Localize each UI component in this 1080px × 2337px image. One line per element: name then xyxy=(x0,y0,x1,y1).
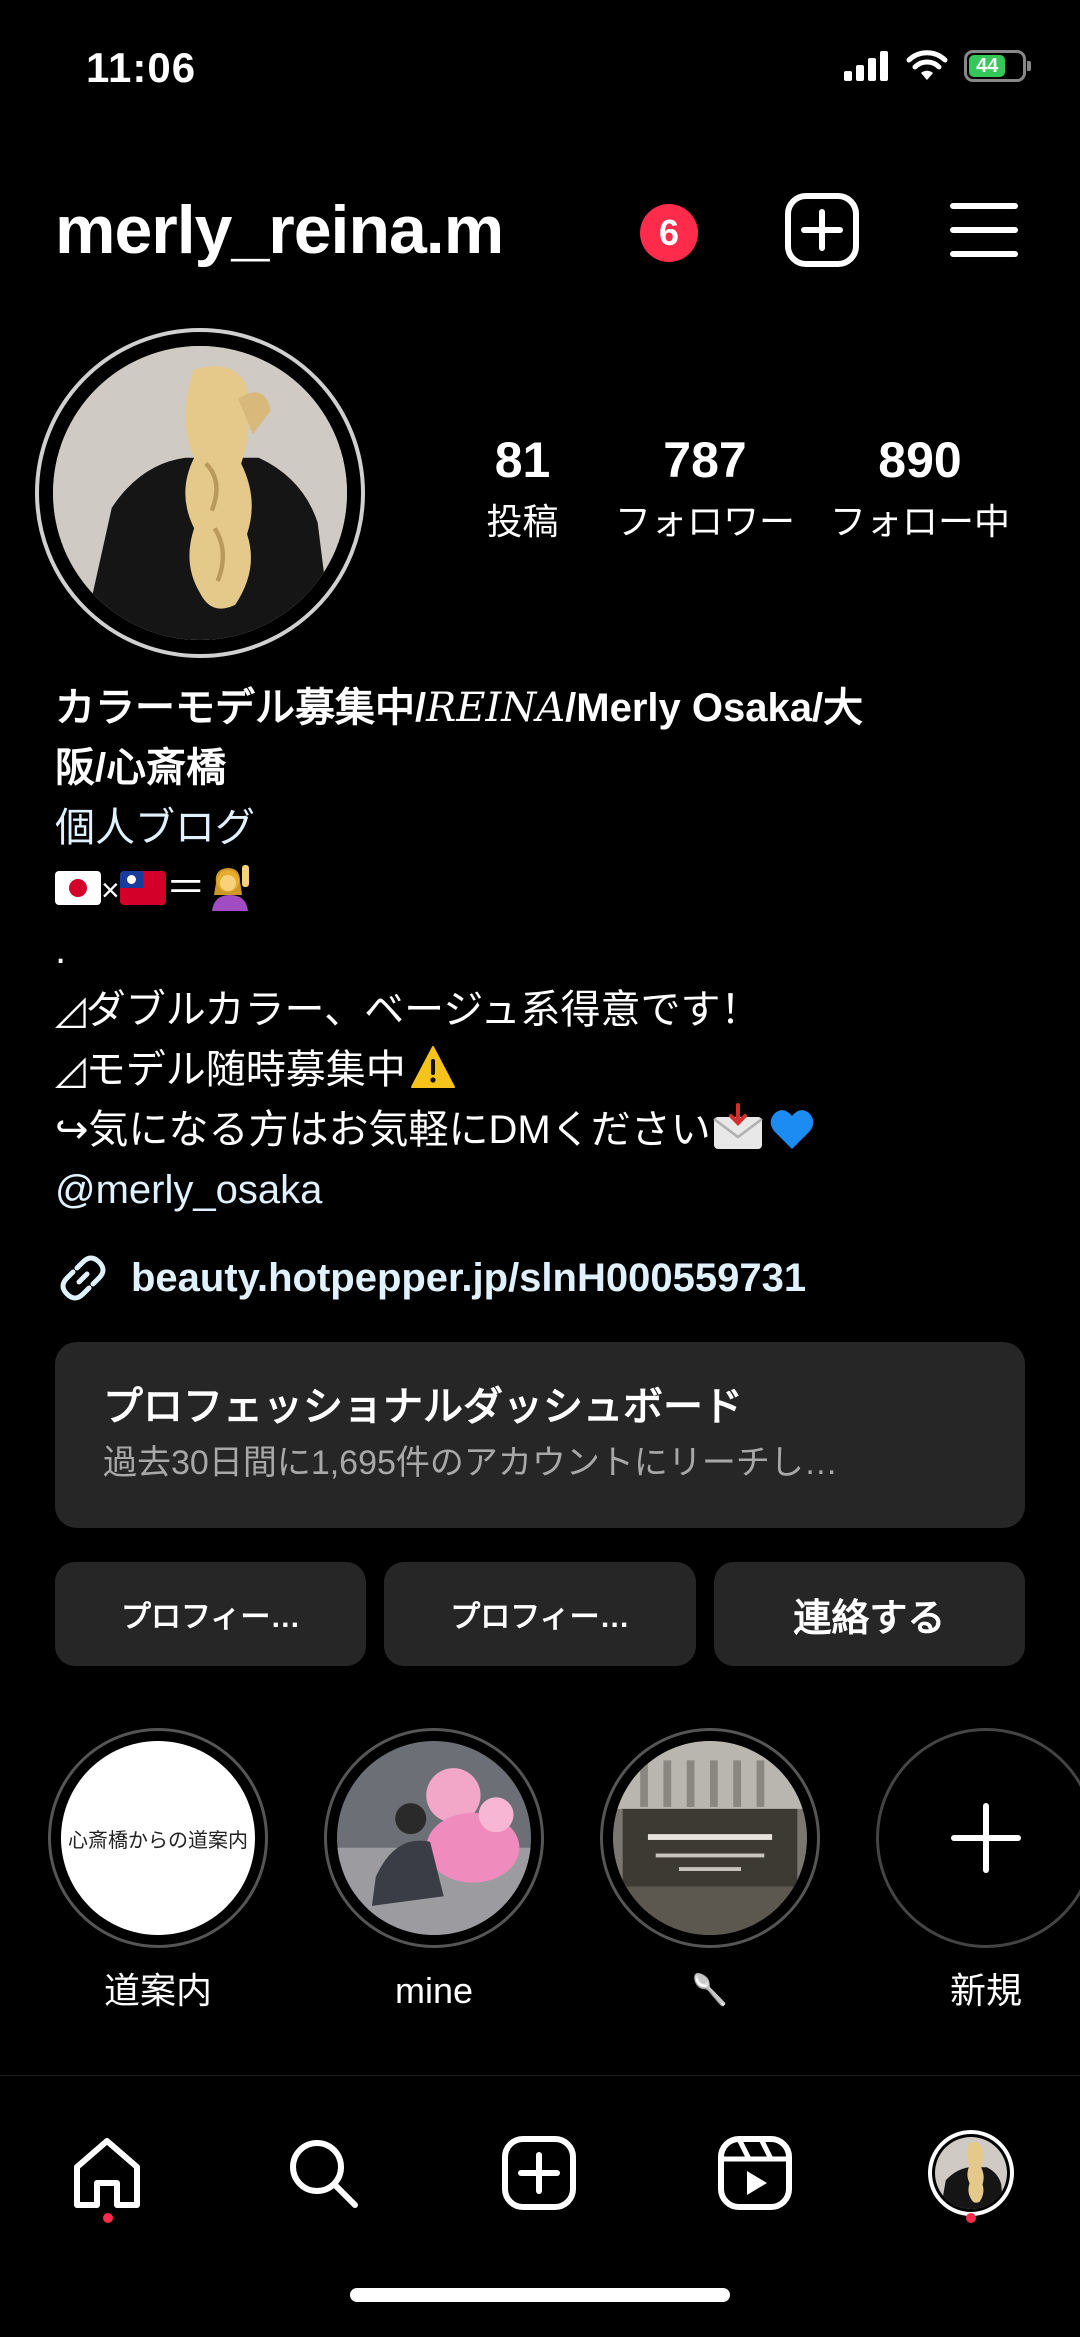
nav-reels[interactable] xyxy=(710,2128,800,2218)
profile-notification-dot xyxy=(966,2213,976,2223)
nav-profile[interactable] xyxy=(926,2128,1016,2218)
stat-posts[interactable]: 81 投稿 xyxy=(455,430,590,546)
username-title[interactable]: merly_reina.m xyxy=(55,190,504,270)
share-profile-button[interactable]: プロフィー… xyxy=(384,1562,696,1666)
external-link-url: beauty.hotpepper.jp/slnH000559731 xyxy=(131,1255,807,1300)
bio-times-sign: × xyxy=(101,872,120,908)
external-link[interactable]: beauty.hotpepper.jp/slnH000559731 xyxy=(55,1250,806,1306)
highlight-directions[interactable]: 心斎橋からの道案内 道案内 xyxy=(48,1728,268,2016)
highlight-cover xyxy=(600,1728,820,1948)
bio-equals-sign: ＝ xyxy=(165,866,206,910)
professional-dashboard[interactable]: プロフェッショナルダッシュボード 過去30日間に1,695件のアカウントにリーチ… xyxy=(55,1342,1025,1528)
stat-followers-label: フォロワー xyxy=(614,501,795,542)
bio-line-1: ◿ダブルカラー、ベージュ系得意です！ xyxy=(55,988,761,1032)
bio-line-3: ↪気になる方はお気軽にDMください xyxy=(55,1100,1045,1160)
profile-avatar[interactable] xyxy=(35,328,365,658)
notification-badge[interactable]: 6 xyxy=(640,204,698,262)
dashboard-subtitle: 過去30日間に1,695件のアカウントにリーチし… xyxy=(103,1444,838,1482)
highlight-label: 道案内 xyxy=(103,1970,212,2011)
highlight-photo xyxy=(337,1741,531,1935)
reels-icon xyxy=(718,2136,792,2210)
story-highlights: 心斎橋からの道案内 道案内 mine 🥄 新規 xyxy=(48,1728,1080,2016)
plus-square-icon xyxy=(502,2136,576,2210)
highlight-cover xyxy=(324,1728,544,1948)
person-raising-hand-icon xyxy=(211,865,249,911)
nav-search[interactable] xyxy=(278,2128,368,2218)
taiwan-flag-icon xyxy=(119,871,166,905)
highlight-label: mine xyxy=(394,1970,474,2011)
blue-heart-icon xyxy=(770,1110,814,1149)
bio-name-part-c: /Merly Osaka/大 xyxy=(565,686,864,730)
highlight-mine[interactable]: mine xyxy=(324,1728,544,2016)
new-highlight-ring xyxy=(876,1728,1080,1948)
bio-line-2-text: ◿モデル随時募集中 xyxy=(55,1048,406,1092)
warning-icon xyxy=(410,1046,455,1088)
bio-category: 個人ブログ xyxy=(55,806,255,850)
create-post-button[interactable] xyxy=(782,190,862,270)
bio-line-2: ◿モデル随時募集中 xyxy=(55,1040,1045,1100)
highlight-label: 🥄 xyxy=(691,1974,729,2007)
highlight-photo xyxy=(613,1741,807,1935)
profile-header: merly_reina.m 6 xyxy=(0,190,1080,280)
bio-name-part-a: カラーモデル募集中/ xyxy=(55,686,427,730)
search-icon xyxy=(290,2140,358,2208)
profile-bio: カラーモデル募集中/REINA/Merly Osaka/大 阪/心斎橋 個人ブロ… xyxy=(55,678,1045,1220)
battery-level: 44 xyxy=(969,55,1006,77)
nav-home[interactable] xyxy=(62,2128,152,2218)
highlight-cover: 心斎橋からの道案内 xyxy=(48,1728,268,1948)
home-icon xyxy=(74,2138,140,2208)
highlight-new[interactable]: 新規 xyxy=(876,1728,1080,2016)
stat-posts-count: 81 xyxy=(494,432,551,488)
status-bar: 11:06 44 xyxy=(0,0,1080,140)
avatar-photo xyxy=(53,346,347,640)
wifi-icon xyxy=(906,50,948,80)
hamburger-menu-icon xyxy=(950,203,1018,257)
bio-line-3-text: ↪気になる方はお気軽にDMください xyxy=(55,1108,711,1152)
profile-stats: 81 投稿 787 フォロワー 890 フォロー中 xyxy=(455,430,1055,546)
bio-name-line1: カラーモデル募集中/REINA/Merly Osaka/大 xyxy=(55,678,1045,738)
bio-name-line2: 阪/心斎橋 xyxy=(55,746,227,790)
home-notification-dot xyxy=(103,2213,113,2223)
envelope-arrow-icon xyxy=(712,1103,763,1149)
battery-icon: 44 xyxy=(964,50,1031,82)
japan-flag-icon xyxy=(55,871,101,905)
new-highlight-inner xyxy=(889,1741,1080,1935)
bio-mention-link[interactable]: @merly_osaka xyxy=(55,1160,1045,1220)
highlight-spoon[interactable]: 🥄 xyxy=(600,1728,820,2016)
bio-name-part-b: REINA xyxy=(426,685,566,731)
plus-square-icon xyxy=(785,193,859,267)
signal-icon xyxy=(844,51,888,81)
highlight-cover-text: 心斎橋からの道案内 xyxy=(61,1741,255,1935)
highlight-label: 新規 xyxy=(949,1970,1022,2011)
stat-followers-count: 787 xyxy=(663,432,747,488)
home-indicator[interactable] xyxy=(350,2288,730,2302)
profile-nav-avatar xyxy=(928,2130,1014,2216)
bio-dot: . xyxy=(55,928,67,972)
menu-button[interactable] xyxy=(944,190,1024,270)
dashboard-title: プロフェッショナルダッシュボード xyxy=(103,1385,743,1429)
stat-following-label: フォロー中 xyxy=(829,501,1010,542)
status-icons: 44 xyxy=(844,50,1031,82)
stat-posts-label: 投稿 xyxy=(486,501,559,542)
status-time: 11:06 xyxy=(86,44,197,91)
stat-following-count: 890 xyxy=(878,432,962,488)
plus-icon xyxy=(951,1803,1021,1873)
bio-flag-line: × ＝ xyxy=(55,858,1045,920)
stat-following[interactable]: 890 フォロー中 xyxy=(820,430,1020,546)
stat-followers[interactable]: 787 フォロワー xyxy=(590,430,820,546)
nav-create[interactable] xyxy=(494,2128,584,2218)
profile-actions: プロフィー… プロフィー… 連絡する xyxy=(55,1562,1025,1666)
link-icon xyxy=(60,1255,106,1301)
edit-profile-button[interactable]: プロフィー… xyxy=(55,1562,367,1666)
contact-button[interactable]: 連絡する xyxy=(713,1562,1025,1666)
